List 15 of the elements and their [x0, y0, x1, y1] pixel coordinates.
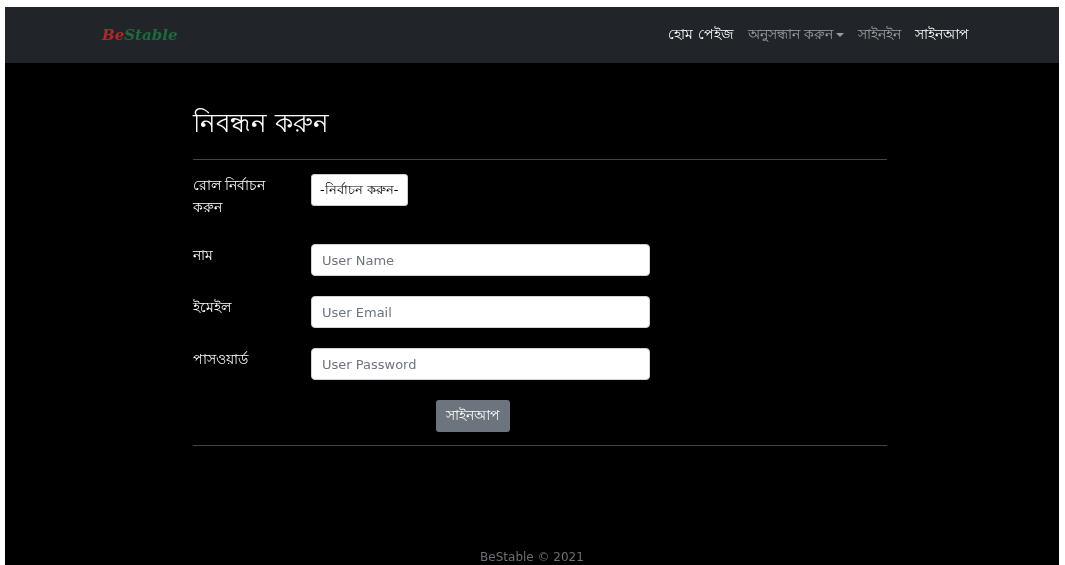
field-label: ইমেইল	[193, 298, 233, 317]
field-label: রোল নির্বাচন করুন	[193, 176, 267, 217]
field-label: পাসওয়ার্ড	[193, 350, 250, 369]
signup-button[interactable]: সাইনআপ	[436, 400, 510, 432]
field-label: নাম	[193, 246, 214, 265]
nav-link[interactable]: সাইনআপ	[915, 23, 969, 47]
input-field[interactable]: User Name	[311, 244, 650, 276]
footer-text: BeStable © 2021	[479, 550, 585, 565]
nav-link[interactable]: অনুসন্ধান করুন	[747, 23, 844, 47]
form-title: নিবন্ধন করুন	[193, 107, 331, 140]
nav-link[interactable]: হোম পেইজ	[668, 23, 734, 47]
input-field[interactable]: User Password	[311, 348, 650, 380]
nav-link[interactable]: সাইনইন	[858, 23, 901, 47]
role-select[interactable]: -নির্বাচন করুন-	[311, 174, 408, 206]
input-field[interactable]: User Email	[311, 296, 650, 328]
